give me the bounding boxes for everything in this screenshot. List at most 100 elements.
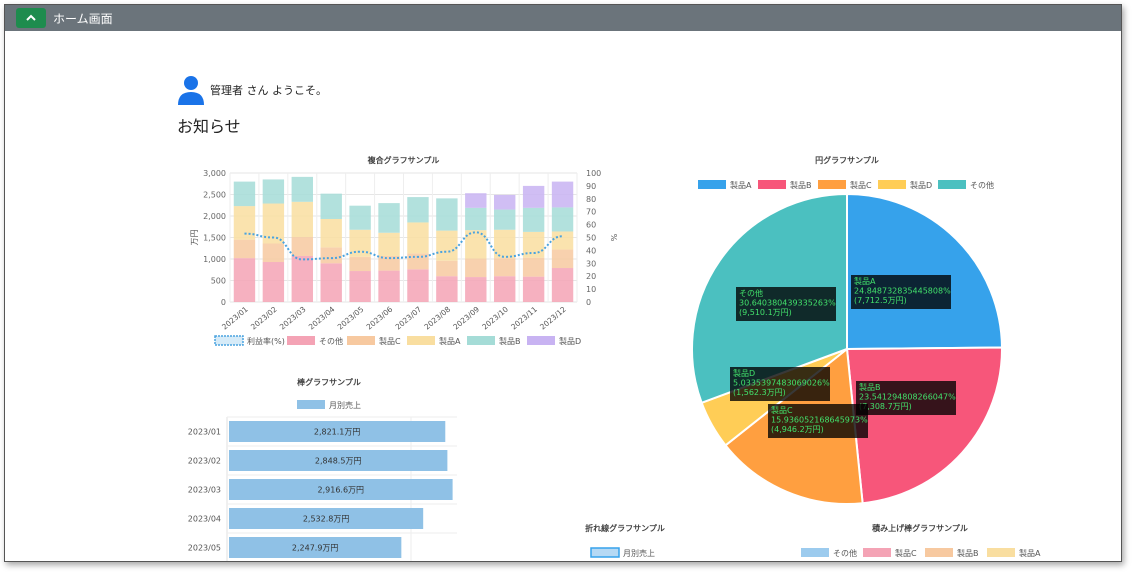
horizontal-bar-chart: 棒グラフサンプル月別売上 2,821.1万円 2023/01 2,848.5万円 202… [188, 377, 457, 561]
stack-legend-swatch [925, 548, 953, 557]
combo-x-tick: 2023/10 [480, 305, 510, 332]
pie-data-label: 製品D [733, 368, 755, 378]
pie-legend-label: その他 [970, 180, 994, 190]
combo-chart: 複合グラフサンプル 0 500 1,000 1,500 2,000 2,500 3,000 0 1… [190, 155, 618, 346]
combo-y-axis-label: 万円 [190, 230, 199, 246]
combo-bar-segment [551, 231, 574, 250]
pie-data-label: 24.84873283544580​8% [854, 287, 951, 296]
combo-bar-segment [291, 176, 313, 202]
combo-legend-label: 製品D [559, 336, 581, 346]
pie-data-label: 5.0335397483069026% [733, 379, 830, 388]
combo-bar-segment [320, 247, 342, 264]
hbar-category-label: 2023/04 [188, 515, 221, 524]
pie-data-label: 製品C [771, 405, 793, 415]
combo-x-tick: 2023/05 [336, 305, 366, 332]
combo-x-tick: 2023/01 [220, 305, 250, 332]
combo-x-tick: 2023/09 [451, 305, 481, 332]
user-avatar-icon [178, 76, 204, 105]
stack-legend-label: 製品C [895, 548, 917, 558]
combo-y2-tick: 0 [586, 298, 591, 307]
welcome-suffix: さん ようこそ。 [243, 84, 327, 97]
combo-y2-tick: 80 [586, 195, 596, 204]
pie-legend-label: 製品A [730, 180, 752, 190]
combo-bar-segment [436, 230, 458, 261]
hbar-category-label: 2023/01 [188, 428, 221, 437]
chevron-up-icon [26, 14, 36, 21]
combo-y2-tick: 50 [586, 234, 596, 243]
combo-bar-segment [465, 230, 487, 259]
combo-bar-segment [349, 271, 371, 302]
pie-chart-title: 円グラフサンプル [815, 155, 879, 165]
combo-bar-segment [436, 260, 458, 277]
combo-x-tick: 2023/06 [365, 305, 395, 332]
welcome-message: 管理者 さん ようこそ。 [177, 75, 327, 105]
combo-legend-swatch [467, 336, 495, 345]
combo-bar-segment [233, 181, 256, 207]
combo-bar-segment [494, 229, 516, 259]
combo-x-tick: 2023/11 [509, 305, 539, 332]
pie-data-label: (9,510.1万円) [739, 308, 792, 317]
stack-legend-swatch [987, 548, 1015, 557]
combo-bar-segment [262, 262, 285, 302]
hbar-category-label: 2023/02 [188, 457, 221, 466]
combo-bar-segment [233, 258, 256, 302]
pie-chart: 円グラフサンプル製品A 製品B 製品C 製品D その他製品A24.84873283544… [691, 155, 1004, 505]
combo-bar-segment [522, 257, 545, 277]
combo-bar-segment [494, 194, 516, 210]
combo-bar-segment [465, 207, 487, 231]
combo-bar-segment [465, 277, 487, 302]
combo-bar-segment [522, 207, 545, 232]
combo-bar-segment [407, 269, 429, 302]
pie-legend-swatch [878, 180, 906, 189]
combo-bar-segment [551, 268, 574, 302]
combo-legend-swatch [527, 336, 555, 345]
combo-x-tick: 2023/07 [394, 305, 424, 332]
combo-y2-tick: 10 [586, 285, 596, 294]
combo-legend-label: 製品B [499, 336, 521, 346]
collapse-toggle-button[interactable] [16, 8, 46, 28]
combo-bar-segment [262, 179, 285, 204]
combo-bar-segment [436, 276, 458, 302]
pie-data-label: その他 [739, 288, 763, 298]
combo-bar-segment [407, 222, 429, 254]
combo-bar-segment [233, 239, 256, 259]
combo-bar-segment [349, 205, 371, 230]
combo-y-tick: 0 [221, 298, 226, 307]
line-y-tick: 3,000 [487, 560, 507, 561]
combo-legend-label: 製品A [439, 336, 461, 346]
combo-bar-segment [320, 193, 342, 220]
combo-y-tick: 2,500 [203, 191, 226, 200]
combo-y-tick: 500 [211, 277, 226, 286]
stack-legend-swatch [801, 548, 829, 557]
combo-bar-segment [551, 249, 574, 269]
combo-chart-title: 複合グラフサンプル [367, 155, 440, 165]
hbar-category-label: 2023/05 [188, 544, 221, 553]
combo-x-tick: 2023/08 [422, 305, 452, 332]
stack-legend-label: 製品A [1019, 548, 1041, 558]
line-chart-title: 折れ線グラフサンプル [585, 523, 665, 533]
hbar-value-label: 2,247.9万円 [292, 544, 339, 553]
combo-bar-segment [291, 237, 313, 256]
page-title: ホーム画面 [53, 12, 113, 26]
app-window: ホーム画面 管理者 さん ようこそ。 お知らせ 複合グラフサンプル 0 500 1,0… [4, 4, 1122, 562]
combo-bar-segment [465, 258, 487, 278]
pie-data-label: (7,712.5万円) [854, 296, 907, 305]
combo-legend-label: 利益率(%) [247, 336, 285, 346]
combo-bar-segment [522, 185, 545, 208]
combo-bar-segment [522, 276, 545, 302]
combo-bar-segment [465, 193, 487, 208]
hbar-legend-label: 月別売上 [329, 400, 361, 410]
combo-bar-segment [494, 276, 516, 302]
combo-y-tick: 2,000 [203, 212, 226, 221]
combo-legend-swatch [214, 335, 244, 346]
combo-x-tick: 2023/03 [278, 305, 308, 332]
pie-legend-swatch [818, 180, 846, 189]
combo-y2-tick: 20 [586, 272, 596, 281]
combo-y2-tick: 100 [586, 169, 601, 178]
combo-bar-segment [551, 207, 574, 232]
combo-bar-segment [551, 181, 574, 208]
combo-bar-segment [262, 243, 285, 263]
combo-bar-segment [320, 219, 342, 248]
combo-bar-segment [291, 201, 313, 238]
combo-bar-segment [320, 263, 342, 302]
